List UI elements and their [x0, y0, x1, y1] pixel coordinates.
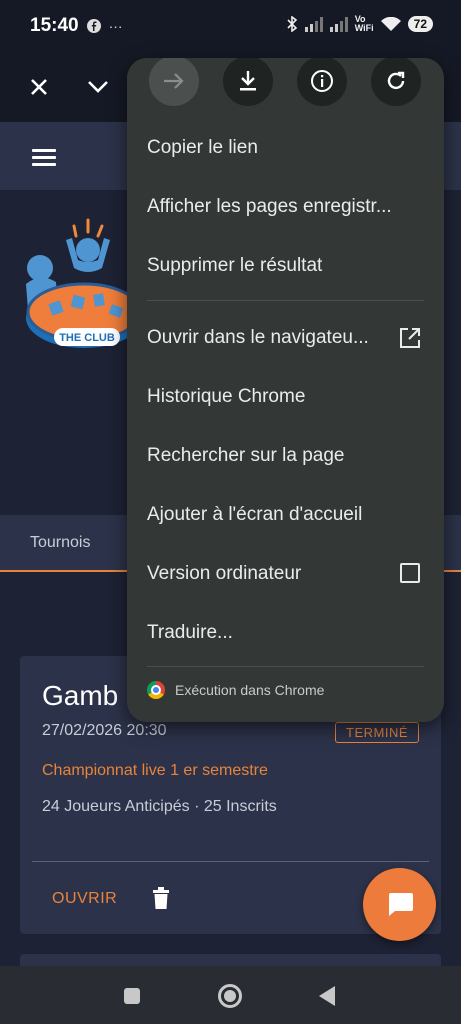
chevron-down-icon	[88, 81, 108, 93]
tournament-title: Gamb	[42, 680, 119, 711]
chrome-overflow-menu: Copier le lien Afficher les pages enregi…	[127, 58, 444, 722]
desktop-site-checkbox[interactable]	[400, 563, 420, 583]
menu-item-copy-link[interactable]: Copier le lien	[147, 137, 258, 159]
menu-separator-footer	[147, 666, 424, 667]
recents-button[interactable]	[124, 988, 140, 1004]
menu-action-row	[127, 58, 444, 116]
chrome-icon	[147, 681, 165, 699]
menu-item-delete-result[interactable]: Supprimer le résultat	[147, 255, 322, 277]
players-count: 24 Joueurs Anticipés · 25 Inscrits	[42, 798, 277, 815]
system-nav-bar	[0, 966, 461, 1024]
menu-item-translate[interactable]: Traduire...	[147, 622, 233, 644]
status-badge: TERMINÉ	[335, 722, 419, 743]
signal-icon-2	[329, 16, 348, 32]
wifi-icon	[380, 16, 401, 31]
menu-item-desktop-site[interactable]: Version ordinateur	[147, 563, 301, 585]
bluetooth-icon	[287, 16, 297, 32]
vowifi-label: Vo WiFi	[354, 14, 374, 33]
back-button[interactable]	[319, 986, 335, 1006]
close-button[interactable]	[22, 70, 56, 104]
running-in-chrome-label: Exécution dans Chrome	[175, 682, 325, 698]
tab-tournois[interactable]: Tournois	[30, 534, 90, 552]
tournament-date: 27/02/2026 20:30	[42, 722, 167, 739]
page-info-button[interactable]	[297, 58, 347, 106]
download-icon	[240, 71, 256, 91]
status-bar: 15:40 ··· Vo WiFi 72	[0, 0, 461, 52]
menu-footer: Exécution dans Chrome	[147, 681, 324, 699]
download-button[interactable]	[223, 58, 273, 106]
refresh-button[interactable]	[371, 58, 421, 106]
menu-item-find-in-page[interactable]: Rechercher sur la page	[147, 445, 345, 467]
delete-button[interactable]	[152, 887, 170, 914]
info-icon	[311, 70, 333, 92]
menu-item-open-in-browser[interactable]: Ouvrir dans le navigateu...	[147, 327, 369, 349]
close-icon	[31, 79, 47, 95]
hamburger-menu-button[interactable]	[32, 149, 56, 166]
status-time: 15:40	[30, 15, 79, 36]
club-logo-text: THE CLUB	[59, 332, 115, 344]
status-right-icons: Vo WiFi 72	[286, 15, 433, 33]
menu-item-chrome-history[interactable]: Historique Chrome	[147, 386, 305, 408]
open-external-icon	[400, 328, 420, 348]
forward-icon	[164, 73, 184, 89]
trash-icon	[153, 887, 169, 909]
chat-icon	[388, 892, 413, 916]
signal-icon	[304, 16, 323, 32]
championship-link[interactable]: Championnat live 1 er semestre	[42, 762, 268, 780]
open-button[interactable]: OUVRIR	[52, 890, 117, 908]
forward-button[interactable]	[149, 58, 199, 106]
chat-fab-button[interactable]	[363, 868, 436, 941]
card-divider	[32, 861, 429, 862]
refresh-icon	[387, 71, 405, 90]
expand-button[interactable]	[81, 70, 115, 104]
menu-item-add-to-home[interactable]: Ajouter à l'écran d'accueil	[147, 504, 362, 526]
more-notifications-icon: ···	[108, 18, 123, 34]
facebook-icon	[86, 19, 101, 33]
club-logo: THE CLUB	[26, 218, 142, 348]
menu-icon-bar	[32, 149, 56, 152]
menu-item-saved-pages[interactable]: Afficher les pages enregistr...	[147, 196, 392, 218]
home-button[interactable]	[218, 984, 242, 1008]
menu-separator	[147, 300, 424, 301]
battery-level: 72	[407, 16, 433, 32]
status-notification-icons: ···	[86, 18, 123, 34]
